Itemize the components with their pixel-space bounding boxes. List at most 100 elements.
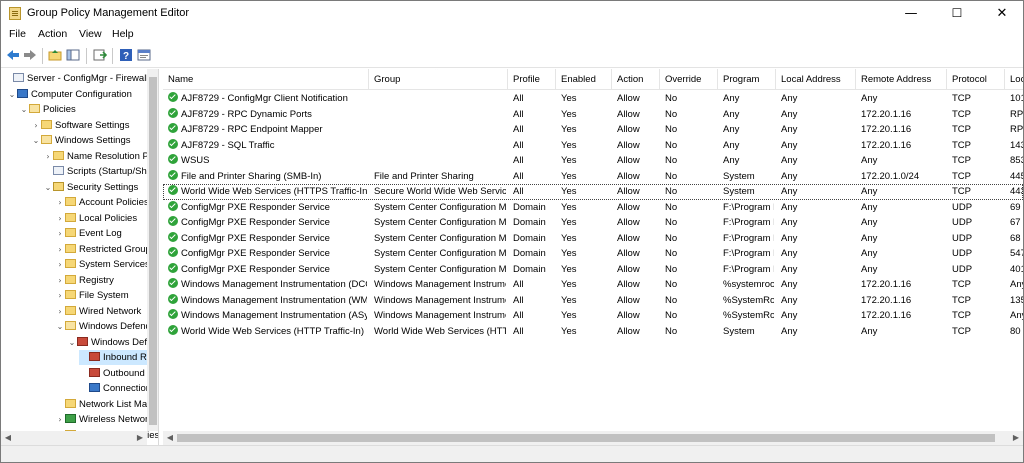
column-header[interactable]: Local Port [1005, 69, 1023, 90]
table-row[interactable]: AJF8729 - RPC Endpoint Mapper All Yes Allow… [163, 122, 1023, 138]
cell-text: Allow [617, 155, 640, 166]
menu-action[interactable]: Action [38, 28, 67, 40]
svg-text:?: ? [123, 51, 129, 62]
tree-node[interactable]: ⌄ Computer Configuration [7, 87, 132, 102]
table-cell: Windows Management Instrumentation [369, 277, 506, 293]
table-row[interactable]: AJF8729 - RPC Dynamic Ports All Yes Allow No… [163, 107, 1023, 123]
tree-node[interactable]: › File System [55, 288, 129, 303]
column-header[interactable]: Local Address [776, 69, 856, 90]
tree-node[interactable]: › System Services [55, 257, 150, 272]
tree-node[interactable]: Scripts (Startup/Shutdown) [43, 164, 158, 179]
table-row[interactable]: ConfigMgr PXE Responder Service System Ce… [163, 246, 1023, 262]
export-list-icon[interactable] [93, 48, 107, 62]
expand-arrow-icon[interactable]: ⌄ [19, 102, 29, 117]
table-cell: 172.20.1.16 [856, 308, 945, 324]
tree-node[interactable]: ⌄Windows Defender Firewall [67, 335, 158, 350]
help-icon[interactable]: ? [119, 48, 133, 62]
table-row[interactable]: Windows Management Instrumentation (WMI-… [163, 293, 1023, 309]
show-hide-tree-icon[interactable] [66, 48, 80, 62]
cell-text: %SystemRoot% [723, 294, 774, 306]
tree-node[interactable]: › Name Resolution Policy [43, 149, 158, 164]
cell-text: Domain [513, 232, 546, 244]
forward-icon[interactable] [23, 48, 37, 62]
scroll-left-icon[interactable]: ◀ [1, 431, 15, 445]
tree-node[interactable]: ⌄ Policies [19, 102, 76, 117]
expand-arrow-icon[interactable]: › [55, 288, 65, 303]
close-button[interactable]: ✕ [980, 1, 1024, 26]
back-icon[interactable] [6, 48, 20, 62]
tree-node[interactable]: ⌄ Security Settings [43, 180, 138, 195]
tree-vertical-scrollbar[interactable] [147, 69, 158, 431]
expand-arrow-icon[interactable]: › [55, 304, 65, 319]
tree-node[interactable]: › Event Log [55, 226, 122, 241]
column-header[interactable]: Remote Address [856, 69, 947, 90]
table-row[interactable]: ConfigMgr PXE Responder Service System Ce… [163, 215, 1023, 231]
table-row[interactable]: ConfigMgr PXE Responder Service System Ce… [163, 231, 1023, 247]
tree-horizontal-scrollbar[interactable]: ◀ ▶ [1, 431, 147, 445]
console-tree[interactable]: Server - ConfigMgr - Firewall ⌄ Computer C… [1, 69, 159, 445]
rules-list[interactable]: Name Group Profile Enabled Action Override Pro… [163, 69, 1023, 445]
column-header[interactable]: Protocol [947, 69, 1005, 90]
tree-node[interactable]: › Software Settings [31, 118, 129, 133]
expand-arrow-icon[interactable]: › [55, 211, 65, 226]
expand-arrow-icon[interactable]: › [55, 412, 65, 427]
column-header[interactable]: Override [660, 69, 718, 90]
cell-text: Yes [561, 155, 577, 166]
tree-node[interactable]: Network List Manager [55, 397, 158, 412]
tree-node[interactable]: › Local Policies [55, 211, 137, 226]
tree-node[interactable]: ⌄Windows Defender Firewall [55, 319, 158, 334]
expand-arrow-icon[interactable]: › [55, 242, 65, 257]
menu-view[interactable]: View [79, 28, 102, 40]
table-row[interactable]: Windows Management Instrumentation (DCOM… [163, 277, 1023, 293]
table-row[interactable]: File and Printer Sharing (SMB-In) File an… [163, 169, 1023, 185]
cell-text: No [665, 186, 678, 197]
up-folder-icon[interactable] [48, 48, 62, 62]
scroll-left-icon[interactable]: ◀ [163, 431, 177, 445]
expand-arrow-icon[interactable]: › [55, 226, 65, 241]
expand-arrow-icon[interactable]: ⌄ [7, 87, 17, 102]
menu-help[interactable]: Help [112, 28, 134, 40]
expand-arrow-icon[interactable]: › [55, 195, 65, 210]
minimize-button[interactable]: — [889, 1, 933, 26]
tree-node[interactable]: › Wireless Network [55, 412, 153, 427]
tree-node[interactable]: Server - ConfigMgr - Firewall [3, 71, 148, 86]
table-row[interactable]: AJF8729 - ConfigMgr Client Notification A… [163, 91, 1023, 107]
tree-scroll-thumb[interactable] [149, 77, 157, 425]
expand-arrow-icon[interactable]: ⌄ [31, 133, 41, 148]
expand-arrow-icon[interactable]: ⌄ [67, 335, 77, 350]
tree-node[interactable]: › Wired Network [55, 304, 141, 319]
maximize-button[interactable]: ☐ [935, 1, 979, 26]
tree-node[interactable]: › Account Policies [55, 195, 149, 210]
expand-arrow-icon[interactable]: › [43, 149, 53, 164]
column-header[interactable]: Program [718, 69, 776, 90]
table-row[interactable]: Windows Management Instrumentation (ASyn… [163, 308, 1023, 324]
expand-arrow-icon[interactable]: › [55, 273, 65, 288]
column-header[interactable]: Name [163, 69, 369, 90]
column-header[interactable]: Enabled [556, 69, 612, 90]
scroll-right-icon[interactable]: ▶ [133, 431, 147, 445]
properties-icon[interactable] [137, 48, 151, 62]
scroll-right-icon[interactable]: ▶ [1009, 431, 1023, 445]
title-bar[interactable]: Group Policy Management Editor — ☐ ✕ [1, 1, 1023, 26]
table-row[interactable]: WSUS All Yes Allow No Any Any Any TCP 8530 [163, 153, 1023, 169]
expand-arrow-icon[interactable]: ⌄ [55, 319, 65, 334]
table-row[interactable]: World Wide Web Services (HTTPS Traffic-I… [163, 184, 1023, 200]
expand-arrow-icon[interactable]: › [55, 257, 65, 272]
table-cell: No [660, 308, 716, 324]
table-row[interactable]: AJF8729 - SQL Traffic All Yes Allow No Any Any… [163, 138, 1023, 154]
tree-node[interactable]: › Restricted Groups [55, 242, 156, 257]
table-row[interactable]: World Wide Web Services (HTTP Traffic-In… [163, 324, 1023, 340]
tree-node[interactable]: › Registry [55, 273, 114, 288]
tree-node[interactable]: ⌄ Windows Settings [31, 133, 131, 148]
table-cell: World Wide Web Services (HTTPS Traffic-I… [163, 184, 367, 200]
menu-file[interactable]: File [9, 28, 26, 40]
column-header[interactable]: Action [612, 69, 660, 90]
table-row[interactable]: ConfigMgr PXE Responder Service System Ce… [163, 262, 1023, 278]
expand-arrow-icon[interactable]: ⌄ [43, 180, 53, 195]
table-row[interactable]: ConfigMgr PXE Responder Service System Ce… [163, 200, 1023, 216]
column-header[interactable]: Profile [508, 69, 556, 90]
list-horizontal-scrollbar[interactable]: ◀ ▶ [163, 431, 1023, 445]
cell-text: Allow [617, 248, 640, 259]
list-scroll-thumb[interactable] [177, 434, 995, 442]
expand-arrow-icon[interactable]: › [31, 118, 41, 133]
